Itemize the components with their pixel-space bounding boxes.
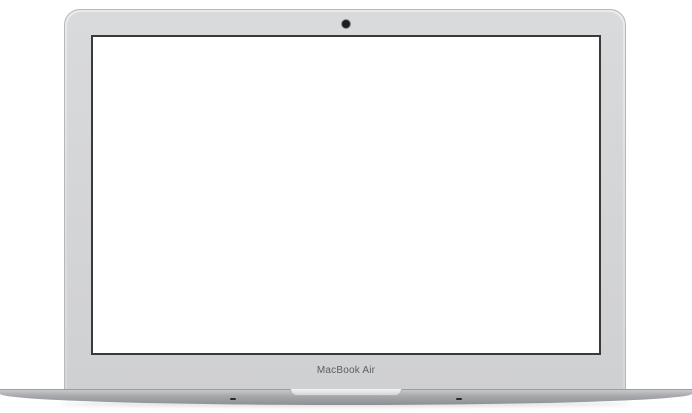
left-foot: [230, 398, 236, 400]
camera-icon: [342, 20, 350, 28]
right-foot: [456, 398, 462, 400]
laptop-illustration: MacBook Air: [0, 0, 692, 413]
brand-label: MacBook Air: [316, 365, 376, 376]
screen-frame: [91, 35, 601, 355]
lid-opening-notch: [290, 389, 402, 396]
display-screen: [93, 37, 599, 353]
